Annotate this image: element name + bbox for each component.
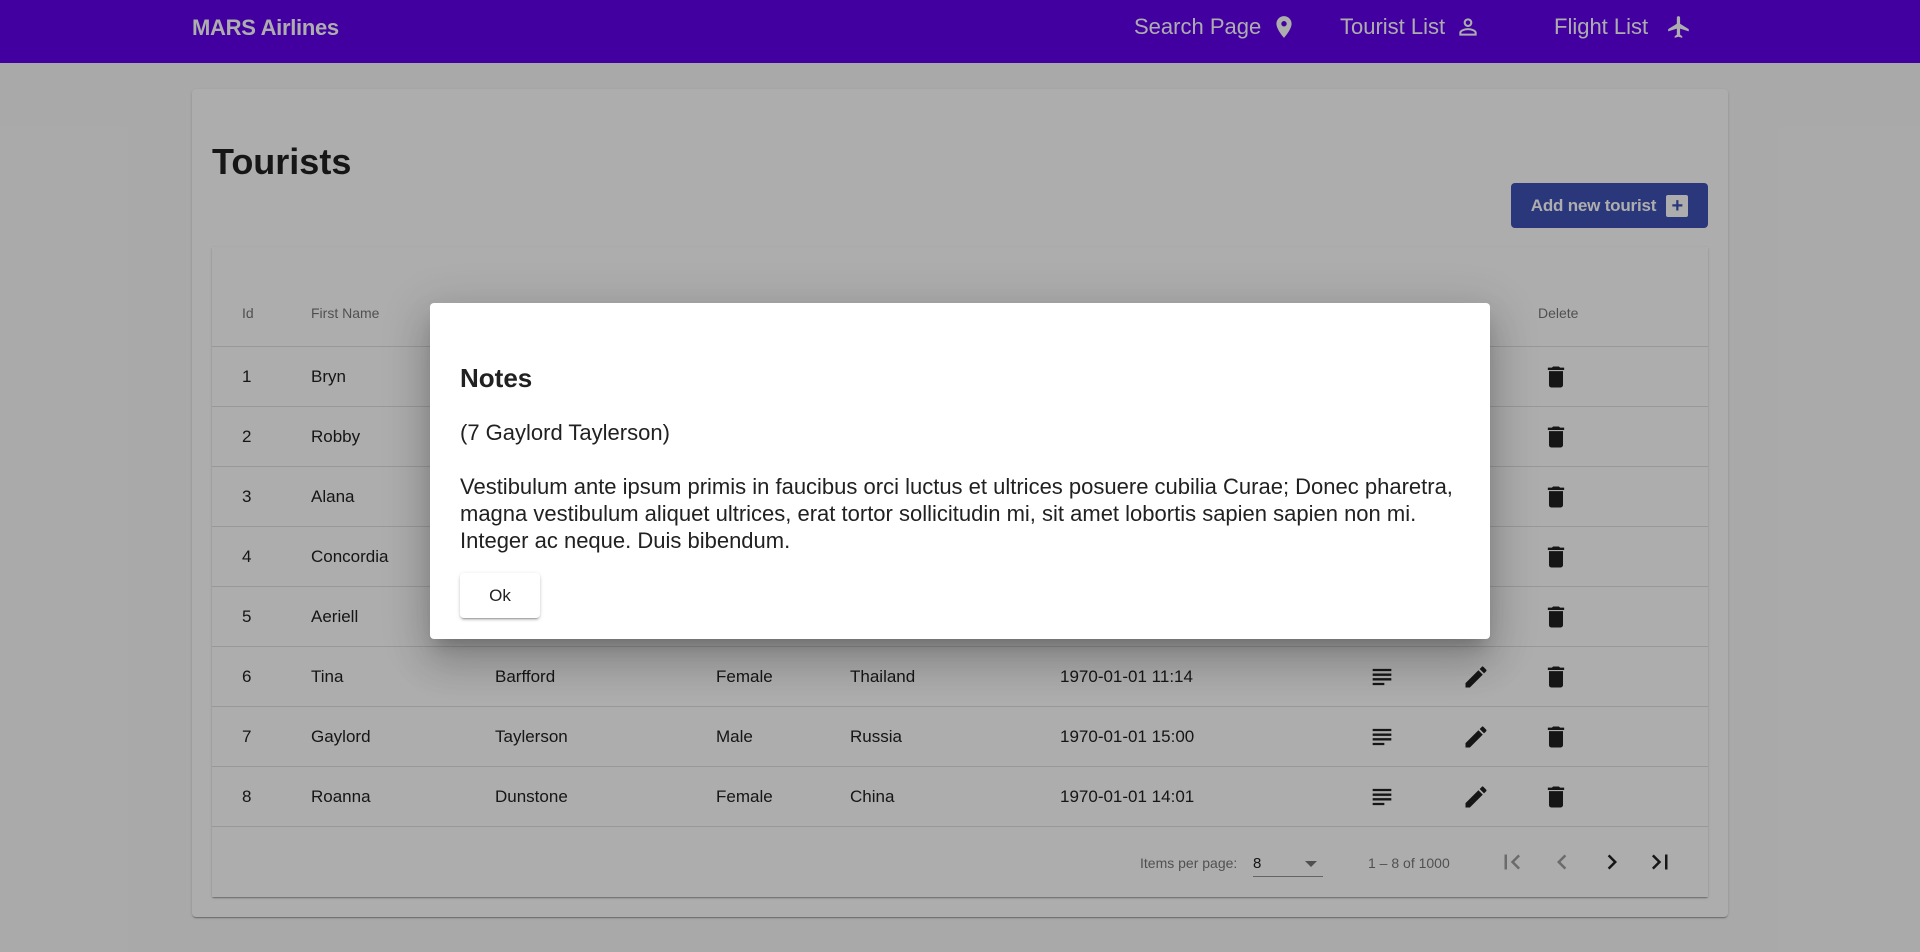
dialog-title: Notes (460, 363, 533, 393)
dialog-notes-text: Vestibulum ante ipsum primis in faucibus… (460, 474, 1453, 553)
dialog-subtitle: (7 Gaylord Taylerson) (460, 420, 670, 445)
ok-button[interactable]: Ok (460, 573, 540, 618)
notes-dialog: Notes (7 Gaylord Taylerson) Vestibulum a… (430, 303, 1490, 639)
